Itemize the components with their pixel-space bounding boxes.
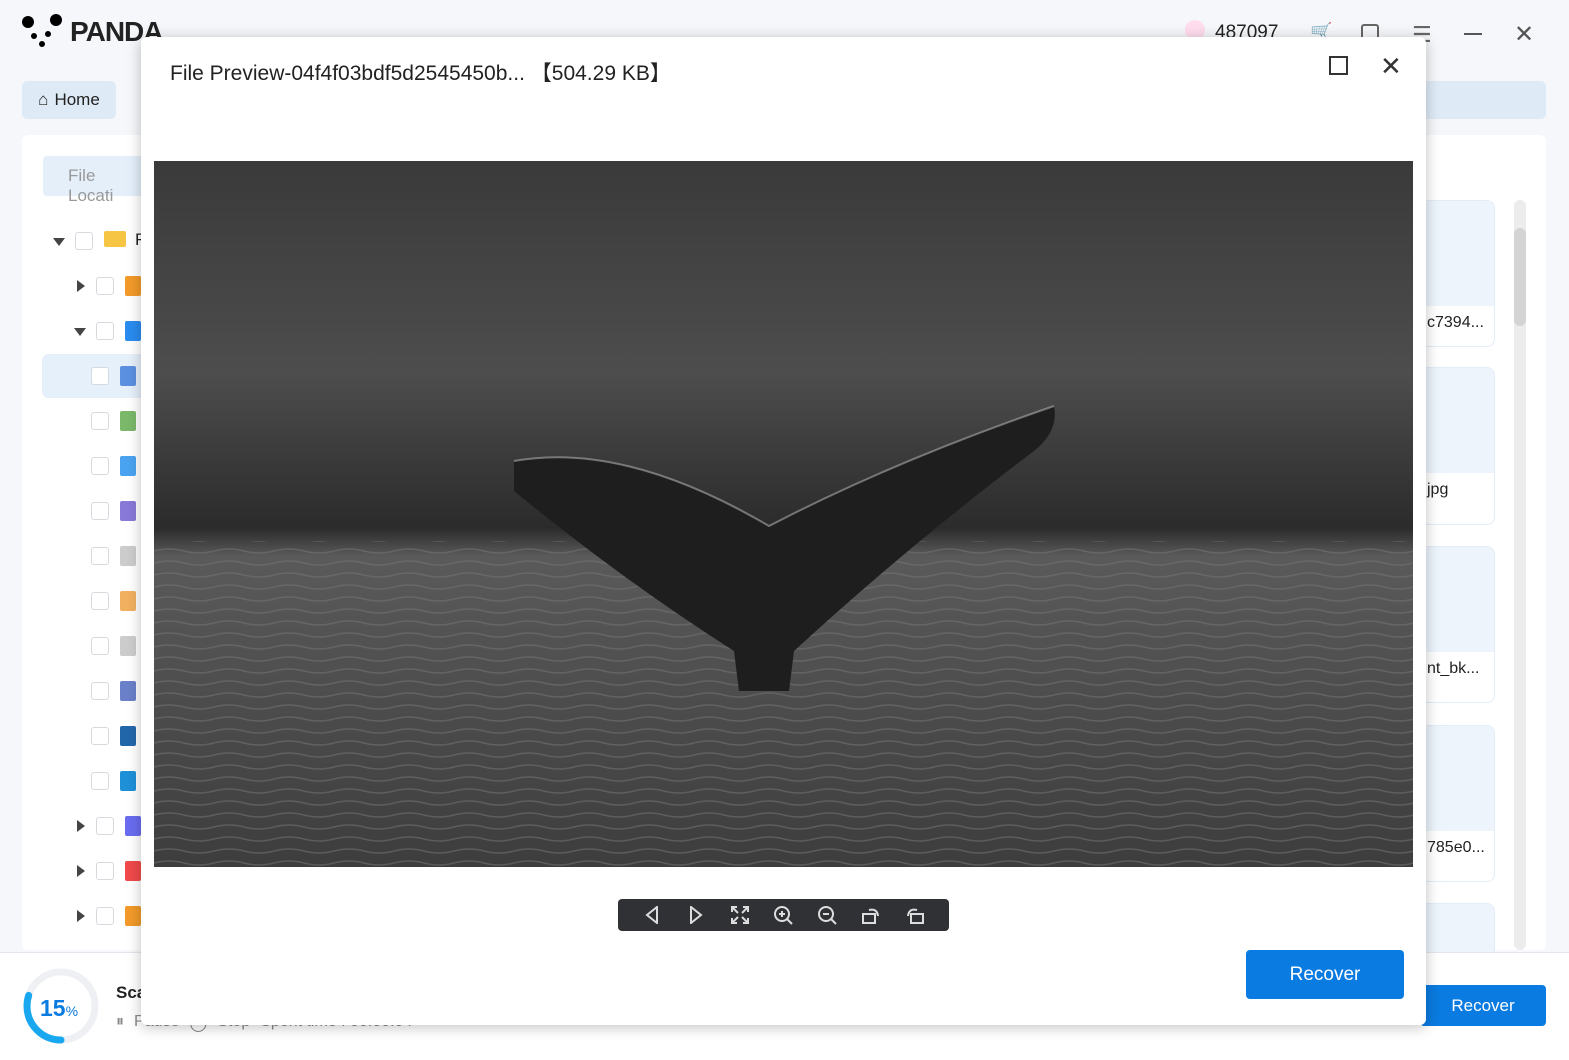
minimize-icon[interactable]: [1464, 33, 1482, 35]
expand-right-icon[interactable]: [77, 910, 85, 922]
tree-item[interactable]: [42, 759, 152, 803]
file-card[interactable]: nt_bk...: [1420, 546, 1495, 703]
rotate-left-icon[interactable]: [903, 903, 927, 927]
file-type-icon: [120, 501, 136, 521]
file-type-icon: [120, 366, 136, 386]
checkbox[interactable]: [96, 817, 114, 835]
expand-down-icon[interactable]: [53, 238, 65, 246]
tree-item[interactable]: [42, 354, 152, 398]
file-card[interactable]: jpg: [1420, 367, 1495, 525]
file-type-icon: [120, 771, 136, 791]
recover-button[interactable]: Recover: [1420, 985, 1546, 1026]
scrollbar-thumb[interactable]: [1514, 228, 1526, 326]
folder-icon: [104, 231, 126, 247]
preview-recover-button[interactable]: Recover: [1246, 950, 1404, 999]
file-type-icon: [120, 681, 136, 701]
file-type-icon: [125, 276, 141, 296]
checkbox[interactable]: [91, 412, 109, 430]
home-button[interactable]: ⌂ Home: [22, 81, 116, 119]
file-type-icon: [125, 816, 141, 836]
preview-image: [154, 161, 1413, 867]
file-card[interactable]: 785e0...: [1420, 725, 1495, 882]
checkbox[interactable]: [96, 862, 114, 880]
checkbox[interactable]: [91, 637, 109, 655]
file-name: 785e0...: [1427, 839, 1485, 856]
file-name: nt_bk...: [1427, 660, 1480, 677]
preview-toolbar: [618, 899, 949, 931]
home-icon: ⌂: [38, 90, 49, 109]
fit-screen-icon[interactable]: [728, 903, 752, 927]
file-type-icon: [120, 726, 136, 746]
rotate-right-icon[interactable]: [859, 903, 883, 927]
tree-item[interactable]: [42, 489, 152, 533]
checkbox[interactable]: [91, 772, 109, 790]
tree-item[interactable]: [42, 849, 152, 893]
checkbox[interactable]: [91, 682, 109, 700]
next-icon[interactable]: [684, 903, 708, 927]
checkbox[interactable]: [96, 322, 114, 340]
tree-item[interactable]: [42, 309, 152, 353]
checkbox[interactable]: [91, 592, 109, 610]
file-thumbnail: [1421, 368, 1494, 473]
file-type-icon: [120, 456, 136, 476]
preview-title: File Preview-04f4f03bdf5d2545450b... 【50…: [170, 62, 671, 85]
expand-right-icon[interactable]: [77, 865, 85, 877]
tree-item[interactable]: [42, 669, 152, 713]
checkbox[interactable]: [96, 907, 114, 925]
expand-right-icon[interactable]: [77, 280, 85, 292]
maximize-icon[interactable]: [1329, 56, 1348, 75]
checkbox[interactable]: [91, 727, 109, 745]
checkbox[interactable]: [91, 457, 109, 475]
file-type-icon: [120, 636, 136, 656]
tree-item[interactable]: [42, 624, 152, 668]
file-type-icon: [120, 546, 136, 566]
checkbox[interactable]: [91, 547, 109, 565]
panda-logo-icon: [22, 14, 62, 47]
expand-down-icon[interactable]: [74, 328, 86, 336]
file-size: 【504.29 KB】: [530, 62, 671, 85]
tree-item[interactable]: [42, 804, 152, 848]
file-thumbnail: [1421, 547, 1494, 652]
checkbox[interactable]: [91, 367, 109, 385]
file-type-icon: [125, 906, 141, 926]
file-type-icon: [125, 321, 141, 341]
close-app-icon[interactable]: ✕: [1514, 20, 1534, 49]
file-type-icon: [120, 591, 136, 611]
zoom-in-icon[interactable]: [771, 903, 795, 927]
home-label: Home: [54, 90, 100, 109]
checkbox[interactable]: [75, 232, 93, 250]
tree-item[interactable]: [42, 714, 152, 758]
zoom-out-icon[interactable]: [815, 903, 839, 927]
tree-item[interactable]: F: [42, 219, 152, 263]
checkbox[interactable]: [91, 502, 109, 520]
file-name: jpg: [1427, 481, 1449, 498]
progress-percent: 15%: [40, 995, 79, 1021]
tree-item[interactable]: [42, 534, 152, 578]
tree-item[interactable]: [42, 264, 152, 308]
file-name: c7394...: [1427, 314, 1484, 331]
file-type-icon: [125, 861, 141, 881]
tree-item[interactable]: [42, 579, 152, 623]
file-card[interactable]: c7394...: [1420, 200, 1495, 347]
tree-item[interactable]: [42, 444, 152, 488]
checkbox[interactable]: [96, 277, 114, 295]
file-thumbnail: [1421, 726, 1494, 831]
expand-right-icon[interactable]: [77, 820, 85, 832]
file-thumbnail: [1421, 201, 1494, 306]
pause-icon[interactable]: ⏸: [116, 1013, 124, 1033]
previous-icon[interactable]: [640, 903, 664, 927]
close-icon[interactable]: ✕: [1380, 51, 1402, 82]
tree-item[interactable]: [42, 399, 152, 443]
tree-item[interactable]: [42, 894, 152, 938]
file-type-icon: [120, 411, 136, 431]
